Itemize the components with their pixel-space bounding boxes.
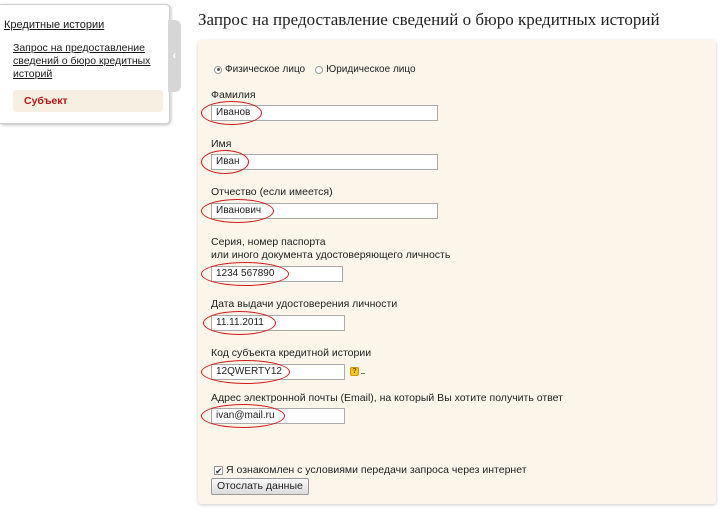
subject-code-label: Код субъекта кредитной истории bbox=[211, 347, 372, 359]
person-type-group: Физическое лицо Юридическое лицо bbox=[214, 64, 426, 75]
name-label: Имя bbox=[211, 138, 232, 150]
agree-checkbox[interactable]: ✔ bbox=[214, 465, 223, 475]
sidebar-item-request[interactable]: Запрос на предоставление сведений о бюро… bbox=[13, 42, 158, 81]
sidebar-title-link[interactable]: Кредитные истории bbox=[4, 19, 104, 31]
patronymic-label: Отчество (если имеется) bbox=[211, 186, 333, 198]
agree-label[interactable]: Я ознакомлен с условиями передачи запрос… bbox=[226, 464, 527, 476]
page-title: Запрос на предоставление сведений о бюро… bbox=[198, 10, 660, 29]
radio-legal[interactable] bbox=[315, 65, 324, 74]
help-dash bbox=[361, 373, 365, 374]
surname-input[interactable]: Иванов bbox=[211, 105, 438, 121]
chevron-left-icon[interactable]: ‹ bbox=[168, 20, 181, 92]
surname-label: Фамилия bbox=[211, 89, 256, 101]
email-label: Адрес электронной почты (Email), на кото… bbox=[211, 392, 563, 404]
name-input[interactable]: Иван bbox=[211, 154, 438, 170]
passport-label-line1: Серия, номер паспорта bbox=[211, 236, 326, 248]
passport-input[interactable]: 1234 567890 bbox=[211, 266, 343, 282]
radio-legal-label[interactable]: Юридическое лицо bbox=[326, 64, 415, 75]
subject-code-input[interactable]: 12QWERTY12 bbox=[211, 364, 345, 380]
issue-date-input[interactable]: 11.11.2011 bbox=[211, 315, 345, 331]
patronymic-input[interactable]: Иванович bbox=[211, 203, 438, 219]
issue-date-label: Дата выдачи удостоверения личности bbox=[211, 298, 398, 310]
sidebar: Кредитные истории Запрос на предоставлен… bbox=[0, 4, 170, 124]
help-icon[interactable]: ? bbox=[350, 367, 359, 376]
sidebar-item-subject[interactable]: Субъект bbox=[13, 90, 163, 112]
email-input[interactable]: ivan@mail.ru bbox=[211, 408, 345, 424]
radio-individual[interactable] bbox=[214, 65, 222, 74]
radio-individual-label[interactable]: Физическое лицо bbox=[225, 64, 305, 75]
submit-button[interactable]: Отослать данные bbox=[211, 478, 309, 495]
request-form: Физическое лицо Юридическое лицо Фамилия… bbox=[198, 40, 716, 504]
agree-row: ✔ Я ознакомлен с условиями передачи запр… bbox=[214, 464, 527, 476]
passport-label-line2: или иного документа удостоверяющего личн… bbox=[211, 249, 451, 261]
